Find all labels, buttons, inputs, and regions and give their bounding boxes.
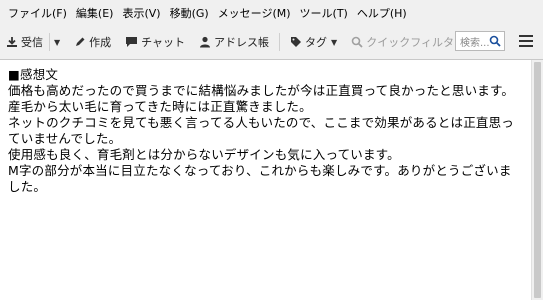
quick-filter-label: クイックフィルタ bbox=[366, 36, 454, 49]
tag-icon bbox=[291, 37, 302, 47]
tag-dropdown-caret: ▼ bbox=[331, 37, 338, 47]
menu-edit[interactable]: 編集(E) bbox=[72, 5, 118, 21]
compose-label: 作成 bbox=[89, 36, 112, 49]
message-line: M字の部分が本当に目立たなくなっており、これからも楽しみです。ありがとうございま… bbox=[8, 163, 512, 194]
toolbar-divider bbox=[279, 33, 281, 51]
toolbar-divider bbox=[49, 33, 50, 51]
addressbook-label: アドレス帳 bbox=[214, 36, 270, 49]
menu-help[interactable]: ヘルプ(H) bbox=[353, 5, 411, 21]
receive-dropdown-caret[interactable]: ▼ bbox=[54, 38, 60, 47]
tag-button[interactable]: タグ ▼ bbox=[290, 34, 337, 50]
menu-bar: ファイル(F) 編集(E) 表示(V) 移動(G) メッセージ(M) ツール(T… bbox=[0, 0, 543, 25]
vertical-scrollbar[interactable] bbox=[531, 60, 543, 300]
message-line: ネットのクチコミを見ても悪く言ってる人もいたので、ここまで効果があるとは正直思っ… bbox=[8, 115, 515, 146]
quick-filter-button[interactable]: クイックフィルタ bbox=[351, 34, 454, 50]
chat-button[interactable]: チャット bbox=[125, 34, 185, 50]
chat-label: チャット bbox=[141, 36, 186, 49]
menu-go[interactable]: 移動(G) bbox=[166, 5, 213, 21]
tag-label: タグ bbox=[305, 36, 328, 49]
scrollbar-thumb[interactable] bbox=[534, 62, 541, 298]
pencil-icon bbox=[76, 37, 85, 46]
chat-bubble-icon bbox=[126, 37, 138, 47]
hamburger-menu-icon[interactable] bbox=[519, 35, 533, 47]
search-icon[interactable] bbox=[489, 35, 501, 47]
message-line: 価格も高めだったので買うまでに結構悩みましたが今は正直買って良かったと思います。 bbox=[8, 83, 515, 98]
message-line: 産毛から太い毛に育ってきた時には正直驚きました。 bbox=[8, 99, 312, 114]
menu-file[interactable]: ファイル(F) bbox=[4, 5, 71, 21]
menu-tools[interactable]: ツール(T) bbox=[296, 5, 352, 21]
search-placeholder: 検索... bbox=[460, 37, 490, 49]
search-input[interactable]: 検索... bbox=[455, 31, 505, 51]
receive-button[interactable]: 受信 bbox=[6, 34, 43, 50]
person-icon bbox=[200, 36, 211, 48]
message-body: ■感想文 価格も高めだったので買うまでに結構悩みましたが今は正直買って良かったと… bbox=[0, 60, 531, 300]
menu-view[interactable]: 表示(V) bbox=[118, 5, 164, 21]
receive-label: 受信 bbox=[21, 36, 43, 49]
download-icon bbox=[7, 37, 17, 47]
message-line: ■感想文 bbox=[8, 67, 59, 82]
message-line: 使用感も良く、育毛剤とは分からないデザインも気に入っています。 bbox=[8, 147, 400, 162]
filter-search-icon bbox=[351, 36, 363, 48]
menu-message[interactable]: メッセージ(M) bbox=[214, 5, 295, 21]
compose-button[interactable]: 作成 bbox=[74, 34, 111, 50]
toolbar: 受信 ▼ 作成 チャット アドレス帳 タグ ▼ クイックフィルタ 検索... bbox=[0, 25, 543, 60]
addressbook-button[interactable]: アドレス帳 bbox=[199, 34, 269, 50]
